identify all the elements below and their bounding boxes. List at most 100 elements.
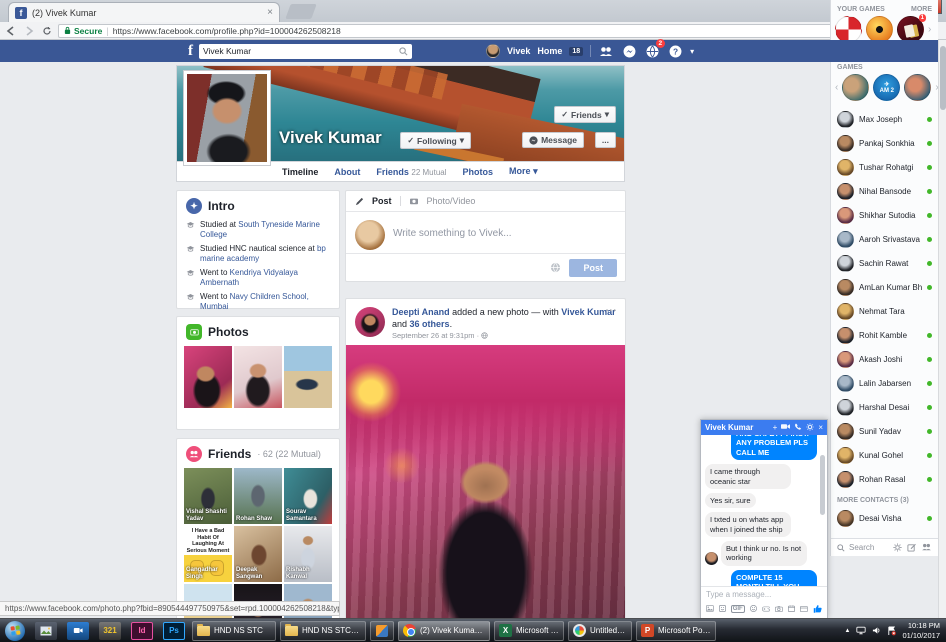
post-menu-icon[interactable]: ... — [606, 303, 617, 314]
network-icon[interactable] — [856, 626, 866, 635]
contact-row[interactable]: Rohan Rasal — [831, 467, 938, 491]
browser-tab[interactable]: f (2) Vivek Kumar × — [8, 2, 280, 22]
recommended-game-icon-1[interactable] — [842, 74, 869, 101]
games-prev-icon[interactable]: ‹ — [835, 82, 838, 93]
people-icon[interactable] — [921, 543, 932, 551]
taskbar-window-folder1[interactable]: HND NS STC — [192, 621, 276, 641]
contact-row[interactable]: AmLan Kumar Bhol — [831, 275, 938, 299]
contact-row[interactable]: Desai Visha — [831, 506, 938, 530]
contact-row[interactable]: Kunal Gohel — [831, 443, 938, 467]
chat-scrollbar[interactable] — [820, 437, 826, 584]
chat-close-icon[interactable]: × — [818, 424, 823, 432]
action-center-flag-icon[interactable] — [887, 626, 896, 636]
post-photo[interactable] — [346, 345, 625, 618]
photo-icon[interactable] — [706, 604, 714, 613]
friend-tile[interactable]: Deepak Sangwan — [234, 526, 282, 582]
contact-row[interactable]: Harshal Desai — [831, 395, 938, 419]
message-button[interactable]: Message — [522, 132, 584, 148]
facebook-logo[interactable]: f — [188, 43, 193, 60]
friend-requests-icon[interactable] — [598, 43, 614, 59]
profile-picture[interactable] — [183, 70, 271, 166]
post-author-link[interactable]: Deepti Anand — [392, 307, 450, 317]
contact-row[interactable]: Tushar Rohatgi — [831, 155, 938, 179]
contact-row[interactable]: Nehmat Tara — [831, 299, 938, 323]
contact-row[interactable]: Lalin Jabarsen — [831, 371, 938, 395]
chat-settings-icon[interactable] — [806, 423, 814, 433]
chat-header[interactable]: Vivek Kumar + × — [701, 420, 827, 435]
contact-row[interactable]: Max Joseph — [831, 107, 938, 131]
games-icon[interactable] — [762, 605, 771, 613]
friend-tile[interactable]: I Have a Bad Habit Of Laughing At Seriou… — [184, 526, 232, 582]
header-profile-link[interactable]: Vivek — [507, 46, 530, 56]
chat-input[interactable]: Type a message... — [701, 586, 827, 600]
following-button[interactable]: ✓ Following ▾ — [400, 132, 471, 149]
tab-about[interactable]: About — [334, 167, 360, 177]
camera-icon[interactable] — [775, 605, 783, 613]
media-player-icon[interactable]: 321 — [99, 622, 121, 640]
game-icon-ludo[interactable] — [835, 16, 862, 43]
photo-thumb[interactable] — [184, 346, 232, 408]
address-bar[interactable]: Secure | https://www.facebook.com/profil… — [58, 24, 857, 38]
post-button[interactable]: Post — [569, 259, 617, 277]
photo-thumb[interactable] — [284, 346, 332, 408]
game-icon-8ball-pool[interactable] — [866, 16, 893, 43]
reload-button[interactable] — [40, 24, 54, 38]
contact-row[interactable]: Nihal Bansode — [831, 179, 938, 203]
search-input[interactable] — [203, 46, 399, 56]
payment-icon[interactable] — [800, 605, 808, 613]
tab-friends[interactable]: Friends 22 Mutual — [376, 167, 446, 177]
volume-icon[interactable] — [872, 626, 881, 635]
taskbar-window-powerpoint[interactable]: PMicrosoft PowerP... — [636, 621, 716, 641]
post-author-avatar[interactable] — [355, 307, 385, 337]
composer-photo-tab[interactable]: Photo/Video — [427, 196, 476, 206]
contact-row[interactable]: Pankaj Sonkhia — [831, 131, 938, 155]
photoshop-icon[interactable]: Ps — [163, 622, 185, 640]
friends-button[interactable]: ✓ Friends ▾ — [554, 106, 616, 123]
friend-tile[interactable]: Sourav Samantara — [284, 468, 332, 524]
account-menu-caret-icon[interactable]: ▾ — [690, 47, 694, 56]
messenger-icon[interactable] — [621, 43, 637, 59]
gif-icon[interactable]: GIF — [731, 605, 745, 613]
friends-title[interactable]: Friends — [208, 447, 251, 461]
notifications-globe-icon[interactable]: 2 — [644, 43, 660, 59]
back-button[interactable] — [4, 24, 18, 38]
friend-tile[interactable]: Rohan Shaw — [234, 468, 282, 524]
taskbar-window-paint[interactable]: Untitled - Paint — [568, 621, 632, 641]
emoji-icon[interactable] — [750, 604, 757, 613]
voice-call-icon[interactable] — [794, 423, 802, 433]
photo-viewer-icon[interactable] — [35, 622, 57, 640]
browser-scrollbar[interactable] — [938, 40, 946, 618]
tab-close-icon[interactable]: × — [267, 7, 273, 18]
composer-placeholder[interactable]: Write something to Vivek... — [393, 228, 512, 250]
contact-row[interactable]: Rohit Kamble — [831, 323, 938, 347]
video-app-icon[interactable] — [67, 622, 89, 640]
contact-row[interactable]: Sachin Rawat — [831, 251, 938, 275]
contact-row[interactable]: Akash Joshi — [831, 347, 938, 371]
audience-selector-icon[interactable] — [550, 262, 561, 273]
composer-post-tab[interactable]: Post — [372, 196, 392, 206]
taskbar-window-folder2[interactable]: HND NS STC PLA... — [280, 621, 366, 641]
contacts-search-bar[interactable]: Search — [831, 538, 938, 556]
post-timestamp[interactable]: September 26 at 9:31pm · — [392, 331, 616, 340]
contact-row[interactable]: Aaroh Srivastava — [831, 227, 938, 251]
header-avatar[interactable] — [486, 44, 500, 58]
add-person-icon[interactable]: + — [773, 424, 778, 432]
chat-title[interactable]: Vivek Kumar — [705, 423, 769, 432]
recommended-game-icon-3[interactable] — [904, 74, 931, 101]
taskbar-window-chrome[interactable]: (2) Vivek Kumar - ... — [398, 621, 490, 641]
friend-tile[interactable]: Vishal Shashti Yadav — [184, 468, 232, 524]
taskbar-app-button[interactable] — [370, 621, 394, 641]
video-call-icon[interactable] — [781, 423, 790, 432]
new-message-icon[interactable] — [907, 543, 916, 552]
new-tab-button[interactable] — [285, 4, 316, 19]
game-icon-teen-patti[interactable]: 1 — [897, 16, 924, 43]
recommended-game-icon-am2[interactable]: ✈AM 2 — [873, 74, 900, 101]
friend-tile[interactable]: Rishabh Kanwal — [284, 526, 332, 582]
like-icon[interactable] — [813, 603, 822, 614]
post-others-link[interactable]: 36 others — [410, 319, 450, 329]
tab-photos[interactable]: Photos — [463, 167, 494, 177]
games-next-icon[interactable]: › — [928, 24, 931, 35]
settings-gear-icon[interactable] — [893, 543, 902, 552]
header-home-link[interactable]: Home — [537, 46, 562, 56]
indesign-icon[interactable]: Id — [131, 622, 153, 640]
